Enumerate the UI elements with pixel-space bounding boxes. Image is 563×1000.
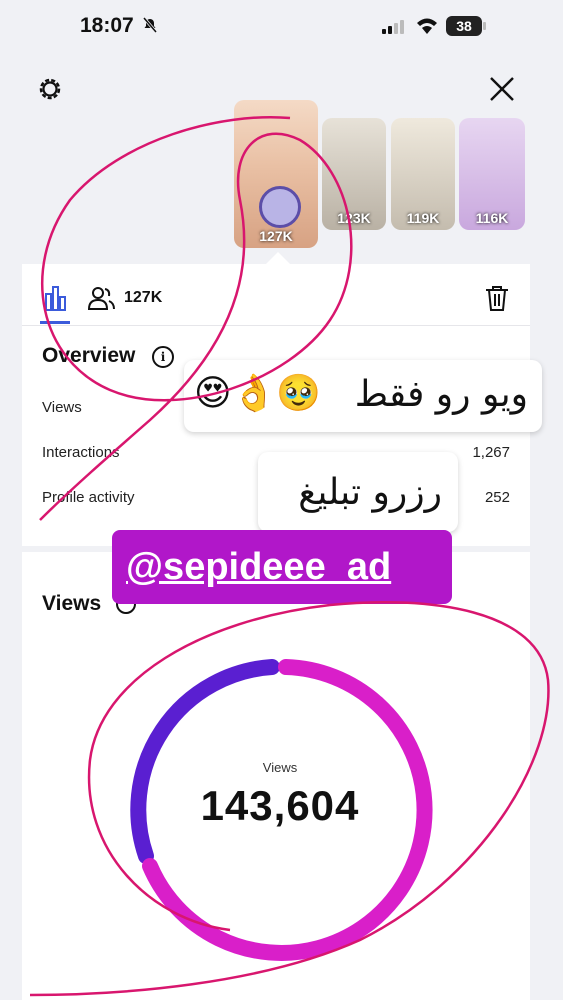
info-icon[interactable]: i	[152, 346, 174, 368]
text-sticker: 😍👌🥹 ویو رو فقط	[184, 360, 542, 432]
signal-icon	[382, 20, 404, 34]
story-thumbnail[interactable]: 123K	[322, 118, 386, 230]
views-heading: Views	[42, 592, 102, 615]
text-sticker: رزرو تبلیغ	[258, 452, 458, 532]
overview-heading: Overview	[42, 344, 136, 367]
donut-total: 143,604	[200, 782, 360, 829]
tab-divider	[22, 325, 530, 326]
mention-text: @sepideee_ad	[126, 545, 392, 588]
people-icon[interactable]	[86, 284, 116, 312]
emoji-group: 😍👌🥹	[194, 373, 322, 414]
settings-gear-icon[interactable]	[36, 75, 64, 103]
mention-sticker[interactable]: @sepideee_ad	[112, 530, 452, 604]
bar-chart-icon[interactable]	[42, 284, 70, 312]
story-thumbnail[interactable]: 116K	[459, 118, 525, 230]
close-icon[interactable]	[488, 75, 516, 103]
story-thumbnail[interactable]: 127K	[234, 100, 318, 248]
metric-label: Profile activity	[42, 489, 135, 506]
metric-label: Views	[42, 399, 82, 416]
metric-label: Interactions	[42, 444, 120, 461]
silent-bell-icon	[142, 17, 158, 33]
battery-indicator: 38	[446, 16, 482, 36]
story-views-label: 119K	[406, 210, 440, 226]
status-time: 18:07	[80, 14, 134, 37]
wifi-icon	[417, 18, 437, 34]
battery-nub	[483, 22, 486, 30]
story-views-label: 127K	[259, 228, 293, 244]
audience-count: 127K	[124, 289, 163, 306]
pacifier-image	[259, 186, 301, 228]
active-tab-indicator	[40, 321, 70, 324]
sticker-text: رزرو تبلیغ	[298, 472, 442, 513]
story-views-label: 116K	[475, 210, 509, 226]
sticker-text: ویو رو فقط	[354, 374, 528, 415]
trash-icon[interactable]	[484, 284, 510, 312]
selected-story-pointer	[266, 252, 290, 264]
story-views-label: 123K	[337, 210, 371, 226]
story-thumbnail[interactable]: 119K	[391, 118, 455, 230]
donut-label: Views	[262, 760, 298, 775]
